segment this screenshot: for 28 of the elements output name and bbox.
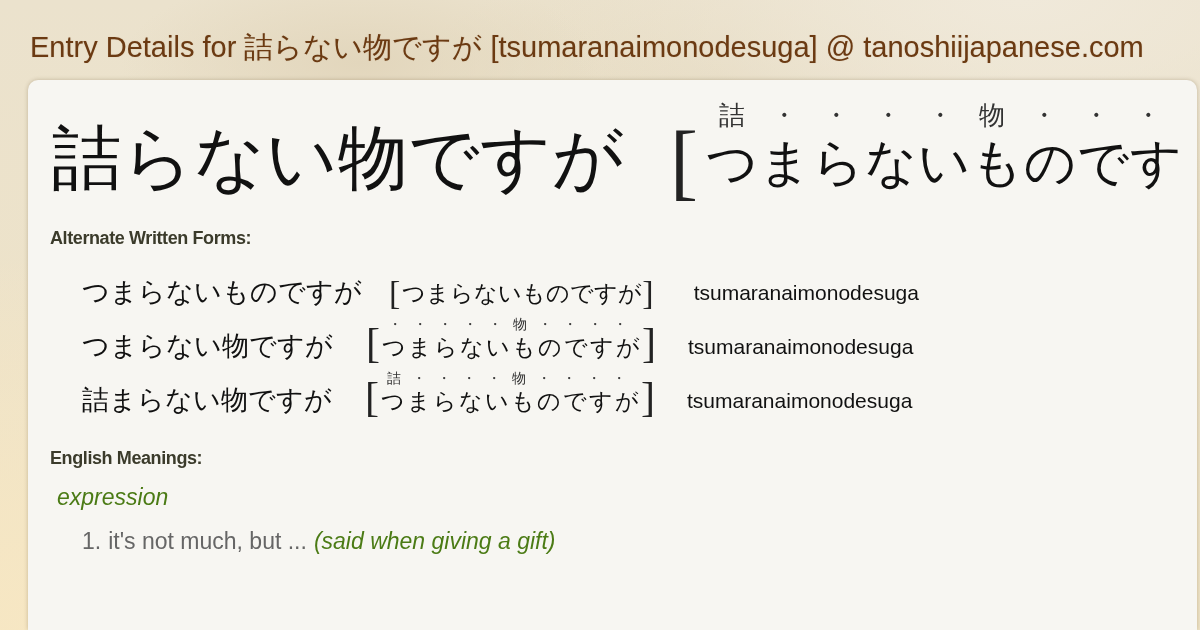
romaji-text: tsumaranaimonodesuga <box>693 280 919 306</box>
sense-gloss: it's not much, but ... <box>108 527 307 555</box>
reading-bracket: ] <box>642 276 654 310</box>
reading-text: つまらないものですが <box>382 333 642 362</box>
furigana-line: ・ ・ ・ ・ ・ 物 ・ ・ ・ ・ <box>386 316 628 332</box>
reading-text: つまらないものですが <box>381 387 641 416</box>
reading-bracket: [ <box>366 322 380 364</box>
entry-word: 詰らない物ですが <box>52 120 624 196</box>
reading-bracket: [ <box>365 376 379 418</box>
part-of-speech: expression <box>57 483 169 511</box>
furigana-line: 詰 ・ ・ ・ ・ 物 ・ ・ ・ <box>718 100 1162 130</box>
reading-text: つまらないものです <box>706 132 1183 194</box>
reading-text: つまらないものですが <box>402 279 643 308</box>
sense-number: 1. <box>82 527 102 555</box>
page-title: Entry Details for 詰らない物ですが [tsumaranaimonodesuga] @ tanoshiijapanese.com <box>30 30 1144 64</box>
reading-bracket: [ <box>389 276 401 310</box>
section-heading: English Meanings: <box>50 447 203 469</box>
romaji-text: tsumaranaimonodesuga <box>688 334 914 360</box>
written-form: つまらないものですが <box>82 276 362 308</box>
written-form: つまらない物ですが <box>82 330 333 362</box>
reading-bracket: [ <box>670 120 698 204</box>
reading-bracket: ] <box>642 322 656 364</box>
romaji-text: tsumaranaimonodesuga <box>687 388 913 414</box>
written-form: 詰まらない物ですが <box>82 384 332 416</box>
furigana-line: 詰 ・ ・ ・ ・ 物 ・ ・ ・ ・ <box>385 370 627 386</box>
section-heading: Alternate Written Forms: <box>50 227 252 249</box>
reading-bracket: ] <box>641 376 655 418</box>
usage-note: (said when giving a gift) <box>313 527 556 555</box>
